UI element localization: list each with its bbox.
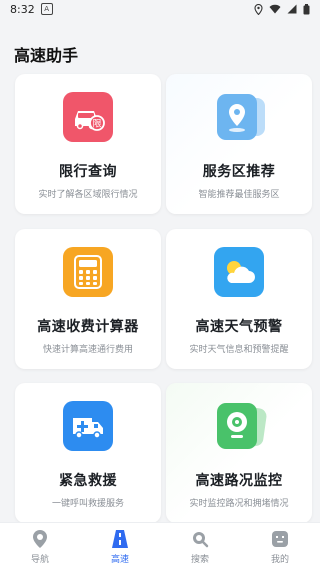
- camera-icon: [209, 401, 269, 451]
- profile-icon: [270, 529, 290, 549]
- card-description: 实时天气信息和预警提醒: [189, 345, 289, 355]
- card-title: 高速路况监控: [195, 473, 283, 489]
- ambulance-icon: [63, 401, 113, 451]
- card-description: 实时了解各区域限行情况: [38, 190, 138, 200]
- calculator-icon: [63, 247, 113, 297]
- app-notification-icon: A: [40, 3, 53, 15]
- location-card-icon: [209, 92, 269, 142]
- status-bar: 8:32 A: [0, 0, 320, 18]
- card-service-area[interactable]: 服务区推荐 智能推荐最佳服务区: [166, 74, 312, 214]
- nav-label: 导航: [30, 555, 49, 565]
- nav-item-profile[interactable]: 我的: [250, 529, 310, 565]
- battery-icon: [303, 3, 310, 14]
- status-time: 8:32: [10, 2, 35, 16]
- card-description: 快速计算高速通行费用: [42, 345, 133, 355]
- bottom-navigation: 导航 高速 搜索 我的: [0, 522, 320, 571]
- card-title: 限行查询: [59, 164, 117, 180]
- wifi-icon: [269, 4, 281, 14]
- card-toll-calculator[interactable]: 高速收费计算器 快速计算高速通行费用: [15, 229, 161, 369]
- nav-item-search[interactable]: 搜索: [170, 529, 230, 565]
- search-icon: [190, 529, 210, 549]
- card-title: 紧急救援: [59, 473, 117, 489]
- nav-item-navigation[interactable]: 导航: [10, 529, 70, 565]
- card-description: 一键呼叫救援服务: [51, 499, 124, 509]
- svg-text:限: 限: [92, 119, 101, 130]
- card-title: 高速天气预警: [195, 319, 283, 335]
- card-weather-warning[interactable]: 高速天气预警 实时天气信息和预警提醒: [166, 229, 312, 369]
- card-title: 服务区推荐: [202, 164, 276, 180]
- page-title: 高速助手: [14, 46, 79, 65]
- restricted-car-icon: 限: [63, 92, 113, 142]
- map-pin-icon: [30, 529, 50, 549]
- highway-icon: [110, 529, 130, 549]
- card-description: 智能推荐最佳服务区: [198, 190, 280, 200]
- weather-icon: [214, 247, 264, 297]
- card-restriction-query[interactable]: 限 限行查询 实时了解各区域限行情况: [15, 74, 161, 214]
- nav-item-highway[interactable]: 高速: [90, 529, 150, 565]
- nav-label: 高速: [110, 555, 129, 565]
- card-description: 实时监控路况和拥堵情况: [189, 499, 289, 509]
- card-title: 高速收费计算器: [37, 319, 139, 335]
- nav-label: 我的: [270, 555, 289, 565]
- nav-label: 搜索: [190, 555, 209, 565]
- card-road-monitoring[interactable]: 高速路况监控 实时监控路况和拥堵情况: [166, 383, 312, 523]
- signal-icon: [287, 4, 297, 14]
- location-status-icon: [254, 3, 263, 15]
- card-emergency-rescue[interactable]: 紧急救援 一键呼叫救援服务: [15, 383, 161, 523]
